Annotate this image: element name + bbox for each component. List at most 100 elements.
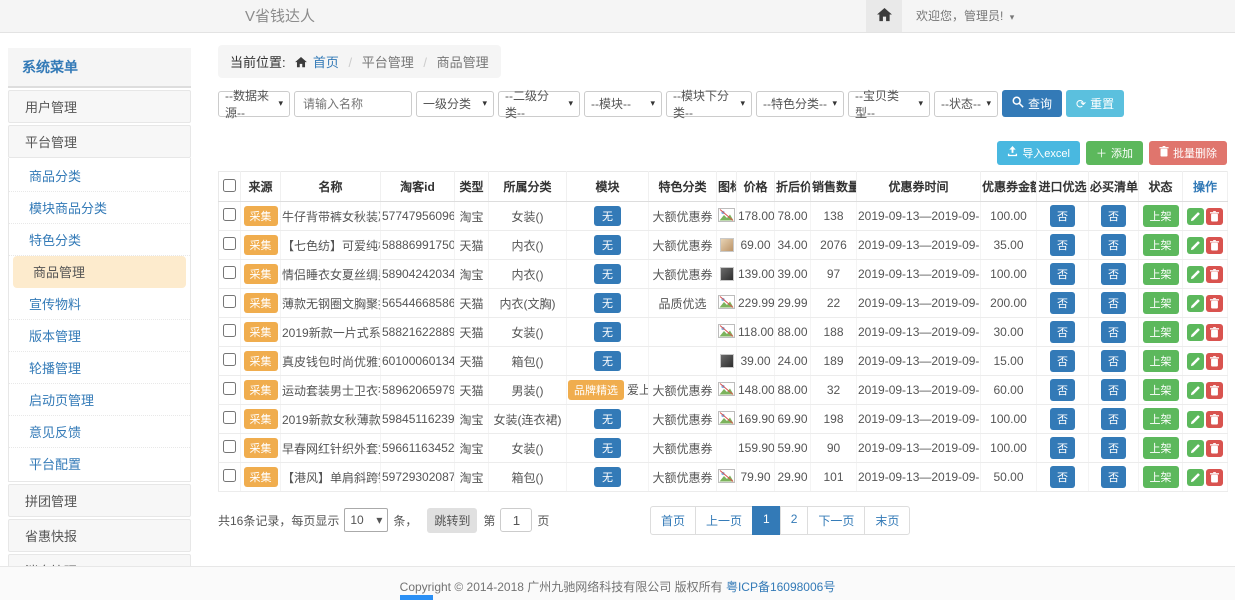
edit-button[interactable] [1187, 353, 1204, 370]
sidebar-group-platform-management[interactable]: 平台管理 [8, 125, 191, 158]
add-button[interactable]: ＋ 添加 [1086, 141, 1143, 165]
must-buy-toggle[interactable]: 否 [1101, 408, 1126, 430]
import-optional-toggle[interactable]: 否 [1050, 437, 1075, 459]
edit-button[interactable] [1187, 469, 1204, 486]
import-optional-toggle[interactable]: 否 [1050, 205, 1075, 227]
pager-item-首页[interactable]: 首页 [650, 506, 696, 535]
sidebar-item-carousel-management[interactable]: 轮播管理 [9, 352, 190, 384]
import-optional-toggle[interactable]: 否 [1050, 263, 1075, 285]
must-buy-toggle[interactable]: 否 [1101, 205, 1126, 227]
delete-button[interactable] [1206, 469, 1223, 486]
status-toggle[interactable]: 上架 [1143, 234, 1179, 256]
must-buy-toggle[interactable]: 否 [1101, 350, 1126, 372]
import-optional-toggle[interactable]: 否 [1050, 350, 1075, 372]
pager-item-1[interactable]: 1 [752, 506, 781, 535]
row-checkbox[interactable] [223, 324, 236, 337]
source-filter[interactable]: --数据来源--▾ [218, 91, 290, 117]
home-button[interactable] [866, 0, 902, 32]
select-all-checkbox[interactable] [223, 179, 236, 192]
pager-item-下一页[interactable]: 下一页 [807, 506, 865, 535]
edit-button[interactable] [1187, 324, 1204, 341]
delete-button[interactable] [1206, 324, 1223, 341]
sidebar-item-goods-management[interactable]: 商品管理 [13, 256, 186, 288]
row-checkbox[interactable] [223, 411, 236, 424]
jump-button[interactable]: 跳转到 [427, 508, 477, 533]
import-excel-button[interactable]: 导入excel [997, 141, 1080, 165]
per-page-select[interactable]: 10 ▾ [344, 508, 388, 532]
reset-button[interactable]: ⟳ 重置 [1066, 90, 1124, 117]
row-checkbox[interactable] [223, 266, 236, 279]
pager-item-2[interactable]: 2 [780, 506, 809, 535]
status-toggle[interactable]: 上架 [1143, 466, 1179, 488]
row-checkbox[interactable] [223, 353, 236, 366]
pager-item-末页[interactable]: 末页 [864, 506, 910, 535]
row-checkbox[interactable] [223, 440, 236, 453]
sidebar-group-group-buy-management[interactable]: 拼团管理 [8, 484, 191, 517]
must-buy-toggle[interactable]: 否 [1101, 321, 1126, 343]
category2-filter[interactable]: --二级分类--▾ [498, 91, 580, 117]
edit-button[interactable] [1187, 440, 1204, 457]
delete-button[interactable] [1206, 295, 1223, 312]
status-toggle[interactable]: 上架 [1143, 263, 1179, 285]
must-buy-toggle[interactable]: 否 [1101, 379, 1126, 401]
must-buy-toggle[interactable]: 否 [1101, 263, 1126, 285]
row-checkbox[interactable] [223, 382, 236, 395]
sidebar-item-platform-config[interactable]: 平台配置 [9, 448, 190, 479]
edit-button[interactable] [1187, 266, 1204, 283]
edit-button[interactable] [1187, 295, 1204, 312]
edit-button[interactable] [1187, 237, 1204, 254]
sidebar-item-splash-page-management[interactable]: 启动页管理 [9, 384, 190, 416]
status-toggle[interactable]: 上架 [1143, 321, 1179, 343]
delete-button[interactable] [1206, 237, 1223, 254]
import-optional-toggle[interactable]: 否 [1050, 466, 1075, 488]
sidebar-group-saving-news[interactable]: 省惠快报 [8, 519, 191, 552]
must-buy-toggle[interactable]: 否 [1101, 466, 1126, 488]
must-buy-toggle[interactable]: 否 [1101, 234, 1126, 256]
sidebar-group-user-management[interactable]: 用户管理 [8, 90, 191, 123]
must-buy-toggle[interactable]: 否 [1101, 437, 1126, 459]
status-toggle[interactable]: 上架 [1143, 408, 1179, 430]
import-optional-toggle[interactable]: 否 [1050, 321, 1075, 343]
row-checkbox[interactable] [223, 208, 236, 221]
query-button[interactable]: 查询 [1002, 90, 1062, 117]
feature-filter[interactable]: --特色分类--▾ [756, 91, 844, 117]
status-toggle[interactable]: 上架 [1143, 292, 1179, 314]
batch-delete-button[interactable]: 批量删除 [1149, 141, 1227, 165]
edit-button[interactable] [1187, 208, 1204, 225]
name-search-input[interactable] [294, 91, 412, 117]
import-optional-toggle[interactable]: 否 [1050, 234, 1075, 256]
delete-button[interactable] [1206, 353, 1223, 370]
status-toggle[interactable]: 上架 [1143, 379, 1179, 401]
breadcrumb-home-link[interactable]: 首页 [313, 55, 339, 70]
delete-button[interactable] [1206, 208, 1223, 225]
must-buy-toggle[interactable]: 否 [1101, 292, 1126, 314]
row-checkbox[interactable] [223, 237, 236, 250]
import-optional-toggle[interactable]: 否 [1050, 408, 1075, 430]
sidebar-item-feature-category[interactable]: 特色分类 [9, 224, 190, 256]
sidebar-item-version-management[interactable]: 版本管理 [9, 320, 190, 352]
item-type-filter[interactable]: --宝贝类型--▾ [848, 91, 930, 117]
row-checkbox[interactable] [223, 295, 236, 308]
sidebar-item-promo-material[interactable]: 宣传物料 [9, 288, 190, 320]
status-toggle[interactable]: 上架 [1143, 437, 1179, 459]
row-checkbox[interactable] [223, 469, 236, 482]
import-optional-toggle[interactable]: 否 [1050, 379, 1075, 401]
sidebar-item-feedback[interactable]: 意见反馈 [9, 416, 190, 448]
module-filter[interactable]: --模块--▾ [584, 91, 662, 117]
import-optional-toggle[interactable]: 否 [1050, 292, 1075, 314]
edit-button[interactable] [1187, 382, 1204, 399]
icp-link[interactable]: 粤ICP备16098006号 [726, 580, 835, 594]
module-sub-filter[interactable]: --模块下分类--▾ [666, 91, 752, 117]
delete-button[interactable] [1206, 440, 1223, 457]
pager-item-上一页[interactable]: 上一页 [695, 506, 753, 535]
category1-filter[interactable]: 一级分类▾ [416, 91, 494, 117]
status-filter[interactable]: --状态--▾ [934, 91, 998, 117]
status-toggle[interactable]: 上架 [1143, 350, 1179, 372]
status-toggle[interactable]: 上架 [1143, 205, 1179, 227]
edit-button[interactable] [1187, 411, 1204, 428]
delete-button[interactable] [1206, 382, 1223, 399]
user-menu[interactable]: 欢迎您，管理员! ▾ [916, 0, 1014, 34]
delete-button[interactable] [1206, 411, 1223, 428]
sidebar-item-goods-category[interactable]: 商品分类 [9, 160, 190, 192]
delete-button[interactable] [1206, 266, 1223, 283]
